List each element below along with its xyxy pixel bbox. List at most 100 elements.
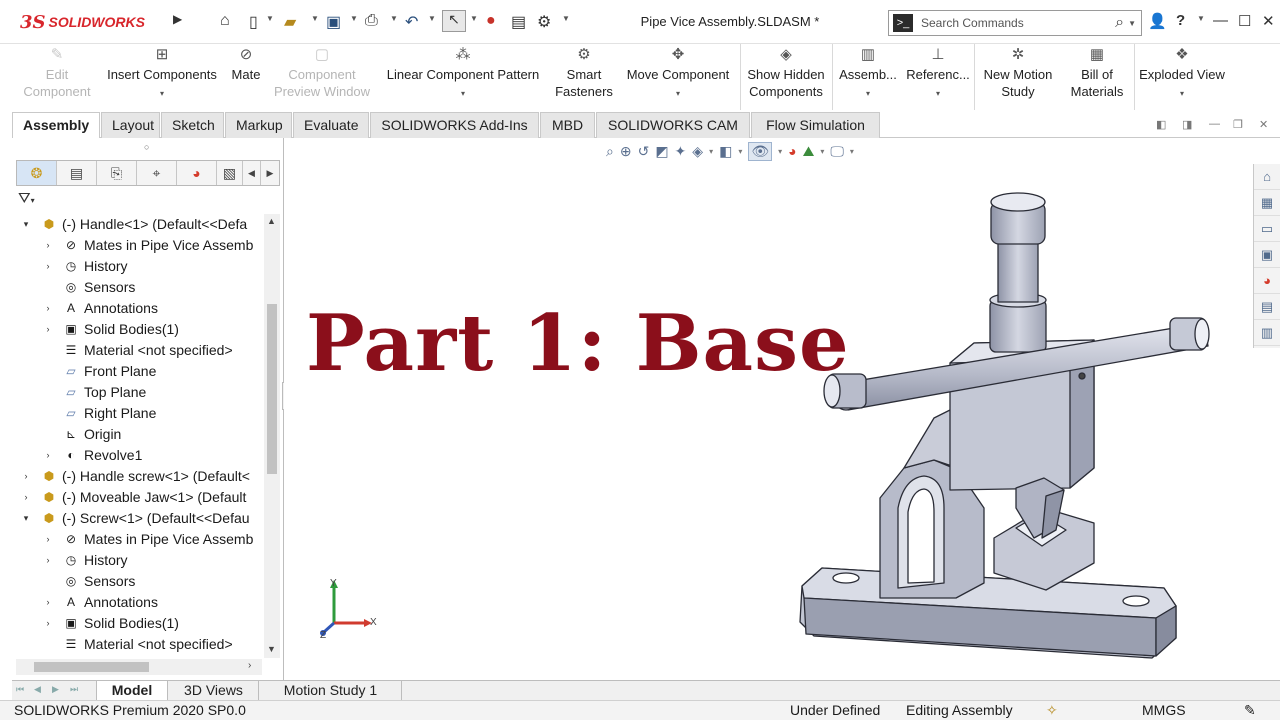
linear-component-pattern-button[interactable]: ⁂ Linear Component Pattern ▾	[380, 46, 546, 102]
scrollbar-thumb[interactable]	[34, 662, 149, 672]
expand-arrow-icon[interactable]: ›	[20, 466, 32, 487]
display-style-dropdown-icon[interactable]: ▾	[738, 147, 742, 156]
customize-status-icon[interactable]: ✎	[1244, 702, 1256, 719]
custom-properties-icon[interactable]: ▤	[1254, 294, 1280, 320]
tree-feature-row[interactable]: › ◷ History	[12, 550, 264, 571]
tree-component-row[interactable]: › ⬢ (-) Handle screw<1> (Default<	[12, 466, 264, 487]
appearances-icon[interactable]: ◕	[1254, 268, 1280, 294]
new-dropdown-icon[interactable]: ▼	[266, 14, 274, 23]
assembly-features-button[interactable]: ▥ Assemb... ▾	[836, 46, 900, 102]
tree-component-row[interactable]: ▾ ⬢ (-) Handle<1> (Default<<Defa	[12, 214, 264, 235]
tab-solidworks-add-ins[interactable]: SOLIDWORKS Add-Ins	[370, 112, 539, 138]
doc-minimize-icon[interactable]: —	[1209, 118, 1220, 130]
tree-feature-row[interactable]: ◎ Sensors	[12, 571, 264, 592]
select-cursor-icon[interactable]: ↖	[442, 10, 466, 32]
insert-components-button[interactable]: ⊞ Insert Components ▾	[100, 46, 224, 102]
help-icon[interactable]: ?	[1176, 12, 1185, 29]
mate-button[interactable]: ⊘ Mate	[226, 46, 266, 83]
tree-feature-row[interactable]: › ▣ Solid Bodies(1)	[12, 319, 264, 340]
expand-arrow-icon[interactable]: ›	[42, 592, 54, 613]
rebuild-status-icon[interactable]: ✧	[1046, 702, 1058, 719]
hide-show-dropdown-icon[interactable]: ▾	[778, 147, 782, 156]
minimize-icon[interactable]: —	[1213, 12, 1228, 29]
zoom-to-area-icon[interactable]: ⊕	[620, 143, 632, 160]
tab-3d-views[interactable]: 3D Views	[169, 681, 259, 701]
collapse-arrow-icon[interactable]: ▾	[20, 214, 32, 235]
tree-feature-row[interactable]: ☰ Material <not specified>	[12, 340, 264, 361]
tree-feature-row[interactable]: ☰ Material <not specified>	[12, 634, 264, 655]
options-dropdown-icon[interactable]: ▼	[562, 14, 570, 23]
tabs-scroll-left-icon[interactable]: ◀	[243, 161, 261, 185]
tab-nav-first-icon[interactable]: ⏮	[16, 684, 24, 695]
expand-arrow-icon[interactable]: ›	[42, 550, 54, 571]
linear-pattern-dropdown-icon[interactable]: ▾	[380, 85, 546, 102]
dynamic-annotation-icon[interactable]: ✦	[675, 143, 687, 160]
cam-manager-icon[interactable]: ▧	[217, 161, 243, 185]
featuremanager-tree-icon[interactable]: ❂	[17, 161, 57, 185]
expand-arrow-icon[interactable]: ›	[42, 298, 54, 319]
view-orientation-dropdown-icon[interactable]: ▾	[709, 147, 713, 156]
reference-geometry-button[interactable]: ⊥ Referenc... ▾	[904, 46, 972, 102]
tab-solidworks-cam[interactable]: SOLIDWORKS CAM	[596, 112, 750, 138]
save-icon[interactable]: ▣	[326, 12, 341, 32]
tab-mbd[interactable]: MBD	[540, 112, 595, 138]
solidworks-resources-icon[interactable]: ⌂	[1254, 164, 1280, 190]
tabs-scroll-right-icon[interactable]: ▶	[261, 161, 279, 185]
component-preview-window-button[interactable]: ▢ Component Preview Window	[270, 46, 374, 100]
filter-icon[interactable]: ⛛▾	[18, 190, 35, 207]
dimxpert-manager-icon[interactable]: ⌖	[137, 161, 177, 185]
new-document-icon[interactable]: ▯	[249, 12, 258, 32]
tab-nav-last-icon[interactable]: ⏭	[70, 684, 78, 695]
expand-arrow-icon[interactable]: ›	[42, 613, 54, 634]
tree-horizontal-scrollbar[interactable]: ›	[16, 659, 262, 675]
tree-feature-row[interactable]: ▱ Front Plane	[12, 361, 264, 382]
tab-flow-simulation[interactable]: Flow Simulation	[751, 112, 880, 138]
open-dropdown-icon[interactable]: ▼	[311, 14, 319, 23]
tree-feature-row[interactable]: › ⊘ Mates in Pipe Vice Assemb	[12, 529, 264, 550]
tree-feature-row[interactable]: ▱ Right Plane	[12, 403, 264, 424]
bill-of-materials-button[interactable]: ▦ Bill of Materials	[1062, 46, 1132, 100]
undo-icon[interactable]: ↶	[405, 12, 418, 32]
tree-feature-row[interactable]: › ◷ History	[12, 256, 264, 277]
undo-dropdown-icon[interactable]: ▼	[428, 14, 436, 23]
pipe-vice-3d-model[interactable]	[784, 178, 1224, 668]
exploded-view-button[interactable]: ❖ Exploded View ▾	[1136, 46, 1228, 102]
print-dropdown-icon[interactable]: ▼	[390, 14, 398, 23]
tree-feature-row[interactable]: › ◐ Revolve1	[12, 445, 264, 466]
configuration-manager-icon[interactable]: ⎘	[97, 161, 137, 185]
view-settings-dropdown-icon[interactable]: ▾	[850, 147, 854, 156]
tree-feature-row[interactable]: ▱ Top Plane	[12, 382, 264, 403]
scroll-down-icon[interactable]: ▼	[267, 644, 276, 654]
doc-restore-icon[interactable]: ❐	[1233, 118, 1243, 131]
tree-feature-row[interactable]: › ⊘ Mates in Pipe Vice Assemb	[12, 235, 264, 256]
save-dropdown-icon[interactable]: ▼	[350, 14, 358, 23]
graphics-area[interactable]: ⌕ ⊕ ↺ ◩ ✦ ◈ ▾ ◧ ▾ 👁 ▾ ◕ ⛰ ▾ 🖵 ▾ Part 1: …	[284, 138, 1252, 680]
expand-menu-icon[interactable]: ▶	[173, 12, 182, 26]
restore-right-icon[interactable]: ◨	[1182, 118, 1192, 131]
edit-component-button[interactable]: ✎ Edit Component	[16, 46, 98, 100]
move-component-dropdown-icon[interactable]: ▾	[618, 85, 738, 102]
scene-dropdown-icon[interactable]: ▾	[820, 147, 824, 156]
tree-feature-row[interactable]: › A Annotations	[12, 298, 264, 319]
select-dropdown-icon[interactable]: ▼	[470, 14, 478, 23]
expand-arrow-icon[interactable]: ›	[42, 529, 54, 550]
home-icon[interactable]: ⌂	[220, 12, 230, 30]
reference-geometry-dropdown-icon[interactable]: ▾	[904, 85, 972, 102]
expand-arrow-icon[interactable]: ›	[20, 487, 32, 508]
apply-scene-icon[interactable]: ⛰	[803, 143, 815, 160]
design-library-icon[interactable]: ▦	[1254, 190, 1280, 216]
tab-assembly[interactable]: Assembly	[12, 112, 100, 138]
panel-grip-icon[interactable]: ○	[144, 142, 149, 152]
tree-component-row[interactable]: › ⬢ (-) Moveable Jaw<1> (Default	[12, 487, 264, 508]
close-icon[interactable]: ✕	[1262, 12, 1275, 30]
section-view-icon[interactable]: ◩	[655, 143, 668, 160]
scrollbar-thumb[interactable]	[267, 304, 277, 474]
tree-feature-row[interactable]: ◎ Sensors	[12, 277, 264, 298]
hide-show-items-icon[interactable]: 👁	[748, 141, 773, 161]
expand-arrow-icon[interactable]: ›	[42, 235, 54, 256]
tree-feature-row[interactable]: ⊾ Origin	[12, 424, 264, 445]
scroll-right-icon[interactable]: ›	[248, 660, 251, 671]
solidworks-logo[interactable]: 3S SOLIDWORKS	[20, 6, 170, 38]
file-explorer-icon[interactable]: ▭	[1254, 216, 1280, 242]
solidworks-forum-icon[interactable]: ▥	[1254, 320, 1280, 346]
